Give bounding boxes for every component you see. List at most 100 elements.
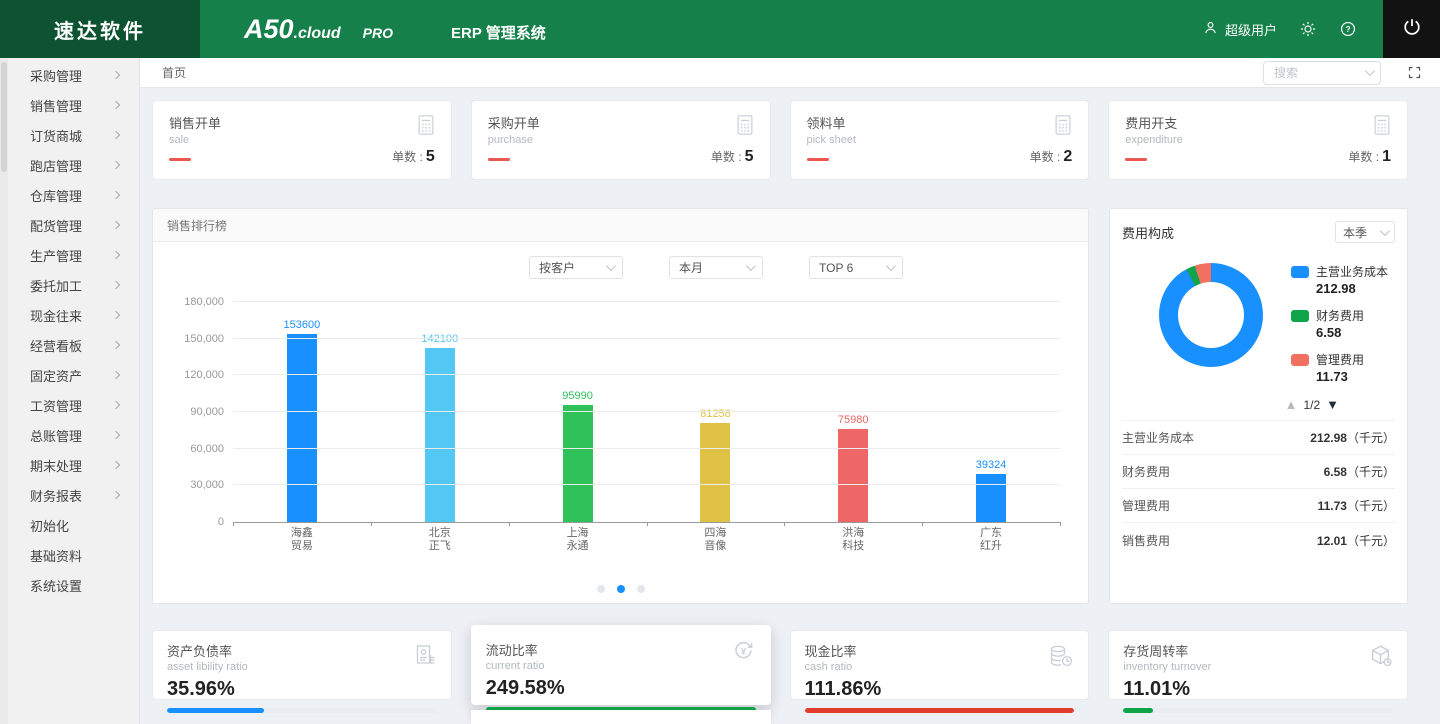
sidebar-item[interactable]: 仓库管理 xyxy=(0,180,139,210)
sidebar-item-label: 基础资料 xyxy=(30,546,82,565)
gridline xyxy=(233,374,1060,375)
breadcrumb-home-tab[interactable]: 首页 xyxy=(162,64,186,81)
bar xyxy=(700,423,730,522)
x-axis-category-label: 广东红升 xyxy=(922,527,1060,553)
bar xyxy=(563,405,593,522)
stat-card[interactable]: 领料单pick sheet单数 :2 xyxy=(790,100,1090,180)
expense-panel-title: 费用构成 xyxy=(1122,223,1174,242)
settings-icon[interactable] xyxy=(1299,20,1317,38)
search-input[interactable]: 搜索 xyxy=(1263,61,1381,85)
bar xyxy=(287,334,317,522)
kpi-progress-fill xyxy=(1123,708,1153,713)
sidebar-item[interactable]: 跑店管理 xyxy=(0,150,139,180)
stat-card-subtitle: purchase xyxy=(488,134,754,146)
x-axis-category-label: 海鑫贸易 xyxy=(233,527,371,553)
count-value: 5 xyxy=(426,148,435,165)
chart-filter-select[interactable]: 本月 xyxy=(669,256,763,279)
sidebar-item[interactable]: 经营看板 xyxy=(0,330,139,360)
expense-row-value: 12.01（千元） xyxy=(1317,532,1395,549)
stat-card-count: 单数 :1 xyxy=(1348,148,1391,166)
sidebar-item[interactable]: 委托加工 xyxy=(0,270,139,300)
pager-page: 1/2 xyxy=(1303,398,1320,412)
sidebar-item-label: 跑店管理 xyxy=(30,156,82,175)
fullscreen-icon[interactable] xyxy=(1407,65,1422,80)
chevron-right-icon xyxy=(112,161,120,169)
kpi-title: 存货周转率 xyxy=(1123,641,1393,660)
sidebar-item[interactable]: 工资管理 xyxy=(0,390,139,420)
kpi-card[interactable]: 现金比率cash ratio111.86% xyxy=(790,630,1090,700)
accent-dash xyxy=(488,158,510,161)
count-label: 单数 : xyxy=(1348,150,1379,164)
stat-card-subtitle: pick sheet xyxy=(807,134,1073,146)
chevron-right-icon xyxy=(112,101,120,109)
help-icon[interactable]: ? xyxy=(1339,20,1357,38)
kpi-card[interactable]: 存货周转率inventory turnover11.01% xyxy=(1108,630,1408,700)
chevron-right-icon xyxy=(112,461,120,469)
chevron-right-icon xyxy=(112,191,120,199)
search-placeholder: 搜索 xyxy=(1274,64,1298,81)
chevron-right-icon xyxy=(112,311,120,319)
sidebar-item[interactable]: 初始化 xyxy=(0,510,139,540)
sidebar-item-label: 经营看板 xyxy=(30,336,82,355)
sidebar-item[interactable]: 期末处理 xyxy=(0,450,139,480)
pager-down-icon[interactable]: ▼ xyxy=(1326,397,1339,412)
kpi-progress-track xyxy=(1123,708,1393,713)
chevron-down-icon xyxy=(606,261,616,271)
y-axis-tick: 120,000 xyxy=(184,369,224,381)
legend-item: 管理费用11.73 xyxy=(1291,351,1388,384)
stat-card-title: 销售开单 xyxy=(169,113,435,132)
sidebar-item[interactable]: 系统设置 xyxy=(0,570,139,600)
expense-panel-header: 费用构成 本季 xyxy=(1122,221,1395,243)
sidebar-item-label: 总账管理 xyxy=(30,426,82,445)
logout-button[interactable] xyxy=(1383,0,1440,58)
sidebar-item[interactable]: 生产管理 xyxy=(0,240,139,270)
sidebar-item[interactable]: 财务报表 xyxy=(0,480,139,510)
legend-label: 管理费用 xyxy=(1316,351,1364,368)
legend-pager: ▲ 1/2 ▼ xyxy=(1122,397,1395,412)
sidebar-item[interactable]: 现金往来 xyxy=(0,300,139,330)
pager-up-icon[interactable]: ▲ xyxy=(1285,397,1298,412)
sidebar-item[interactable]: 订货商城 xyxy=(0,120,139,150)
stat-card-count: 单数 :2 xyxy=(1030,148,1073,166)
sidebar-item[interactable]: 采购管理 xyxy=(0,60,139,90)
filter-value: TOP 6 xyxy=(819,261,853,275)
period-select[interactable]: 本季 xyxy=(1335,221,1395,243)
stat-card-title: 采购开单 xyxy=(488,113,754,132)
legend-item-top: 财务费用 xyxy=(1291,307,1388,324)
sidebar-item[interactable]: 总账管理 xyxy=(0,420,139,450)
expense-panel: 费用构成 本季 主营业务成本212.98财务费用6.58管理费用11.73 ▲ … xyxy=(1109,208,1408,604)
chart-filter-select[interactable]: TOP 6 xyxy=(809,256,903,279)
x-axis-tick xyxy=(371,522,372,526)
legend-swatch xyxy=(1291,354,1309,366)
sidebar-item-label: 配货管理 xyxy=(30,216,82,235)
kpi-card[interactable]: 资产负债率asset libility ratio35.96% xyxy=(152,630,452,700)
chevron-right-icon xyxy=(112,401,120,409)
x-axis-tick xyxy=(784,522,785,526)
sidebar-item[interactable]: 配货管理 xyxy=(0,210,139,240)
kpi-title: 资产负债率 xyxy=(167,641,437,660)
carousel-dot[interactable] xyxy=(597,585,605,593)
sidebar-item[interactable]: 销售管理 xyxy=(0,90,139,120)
bar-slot: 75980 xyxy=(784,303,922,522)
kpi-title: 流动比率 xyxy=(486,640,756,659)
carousel-dot[interactable] xyxy=(637,585,645,593)
user-menu[interactable]: 超级用户 xyxy=(1202,19,1277,39)
kpi-card-row: 资产负债率asset libility ratio35.96%流动比率curre… xyxy=(152,630,1408,705)
chevron-down-icon xyxy=(746,261,756,271)
stat-card[interactable]: 费用开支expenditure单数 :1 xyxy=(1108,100,1408,180)
sidebar-item[interactable]: 基础资料 xyxy=(0,540,139,570)
stat-card[interactable]: 采购开单purchase单数 :5 xyxy=(471,100,771,180)
chart-filter-select[interactable]: 按客户 xyxy=(529,256,623,279)
sidebar-item-label: 订货商城 xyxy=(30,126,82,145)
kpi-card[interactable]: 流动比率current ratio¥249.58% xyxy=(471,625,771,705)
donut-legend: 主营业务成本212.98财务费用6.58管理费用11.73 xyxy=(1291,263,1388,395)
brand-logo: 速达软件 xyxy=(0,0,200,58)
stat-card[interactable]: 销售开单sale单数 :5 xyxy=(152,100,452,180)
chevron-right-icon xyxy=(112,341,120,349)
legend-label: 主营业务成本 xyxy=(1316,263,1388,280)
legend-label: 财务费用 xyxy=(1316,307,1364,324)
sales-panel-header: 销售排行榜 xyxy=(153,209,1088,242)
kpi-progress-track xyxy=(167,708,437,713)
sidebar-item[interactable]: 固定资产 xyxy=(0,360,139,390)
carousel-dot[interactable] xyxy=(617,585,625,593)
